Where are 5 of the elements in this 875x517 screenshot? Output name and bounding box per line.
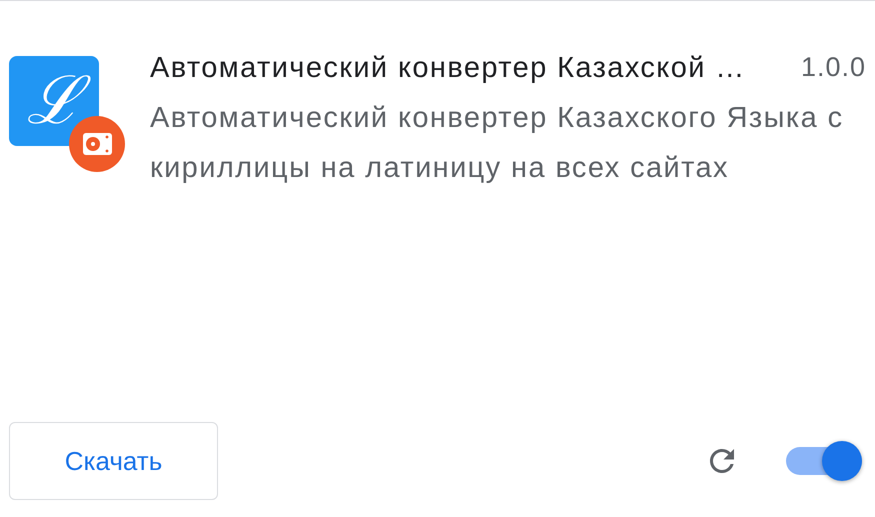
extension-name: Автоматический конвертер Казахской …	[150, 51, 746, 86]
version-number: 1.0.0	[800, 51, 866, 84]
extension-description: Автоматический конвертер Казахского Языка с кириллицы на латиницу на всех сайтах	[150, 100, 844, 186]
download-button[interactable]: Скачать	[9, 422, 218, 500]
toggle-knob[interactable]	[822, 441, 862, 481]
